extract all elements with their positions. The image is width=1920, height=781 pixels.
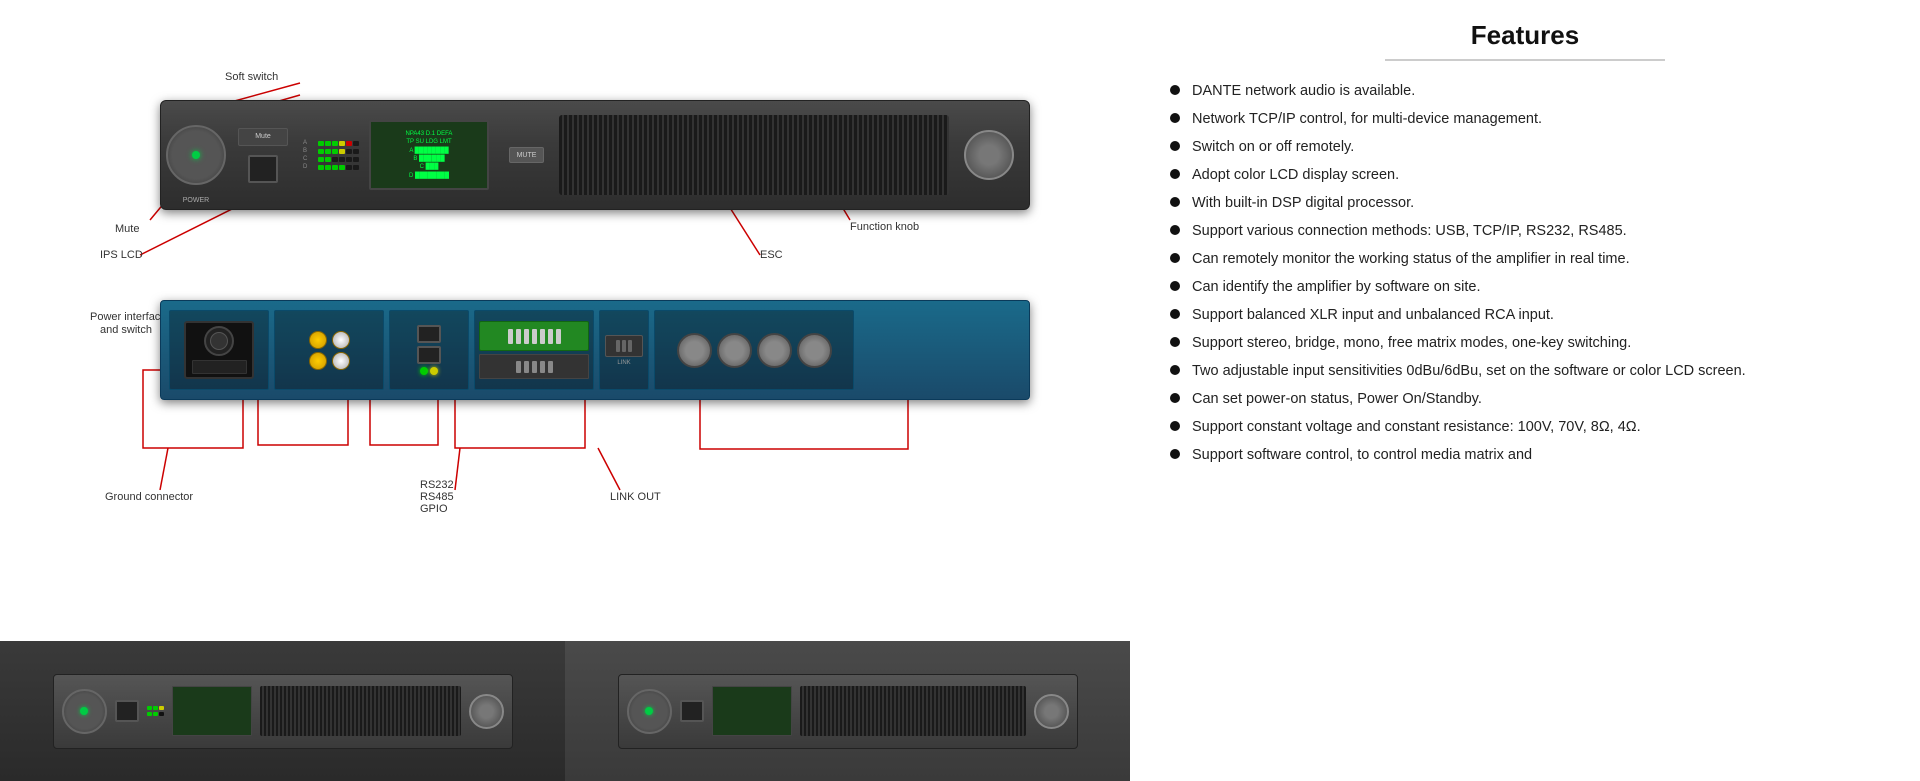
feature-text-1: DANTE network audio is available. <box>1192 81 1415 102</box>
bullet-6 <box>1170 225 1180 235</box>
thumb-usb <box>115 700 139 722</box>
bullet-14 <box>1170 449 1180 459</box>
bullet-7 <box>1170 253 1180 263</box>
thumb-power-btn-2 <box>627 689 672 734</box>
thumbnail-left <box>0 641 565 781</box>
function-knob <box>964 130 1014 180</box>
phoenix-module <box>474 310 594 390</box>
feature-item-6: Support various connection methods: USB,… <box>1170 221 1880 242</box>
bullet-3 <box>1170 141 1180 151</box>
thumb-lcd <box>172 686 252 736</box>
label-ips-lcd: IPS LCD <box>100 249 143 261</box>
thumbnail-right <box>565 641 1130 781</box>
label-linkout: LINK OUT <box>610 491 661 503</box>
lcd-text: NPA43 D.1 DEFATP SU LDG LMTA ████████B █… <box>406 130 453 180</box>
rj45-port <box>417 325 441 343</box>
svg-text:RS485: RS485 <box>420 491 454 503</box>
left-panel: Soft switch POWER indicator USB (type-B)… <box>0 0 1130 781</box>
feature-item-1: DANTE network audio is available. <box>1170 81 1880 102</box>
mute-button-front: Mute <box>238 128 288 146</box>
thumb-knob-2 <box>1034 694 1069 729</box>
rs232-module: LINK <box>599 310 649 390</box>
bullet-2 <box>1170 113 1180 123</box>
feature-item-7: Can remotely monitor the working status … <box>1170 249 1880 270</box>
label-ground: Ground connector <box>105 491 193 503</box>
feature-item-9: Support balanced XLR input and unbalance… <box>1170 305 1880 326</box>
feature-item-13: Support constant voltage and constant re… <box>1170 417 1880 438</box>
rj45-port-2 <box>417 346 441 364</box>
bullet-8 <box>1170 281 1180 291</box>
thumb-knob <box>469 694 504 729</box>
vent-grille <box>559 115 949 195</box>
bullet-4 <box>1170 169 1180 179</box>
feature-item-8: Can identify the amplifier by software o… <box>1170 277 1880 298</box>
features-list: DANTE network audio is available. Networ… <box>1170 81 1880 466</box>
bullet-13 <box>1170 421 1180 431</box>
label-esc: ESC <box>760 249 783 261</box>
bullet-10 <box>1170 337 1180 347</box>
mute-right: MUTE <box>509 147 544 163</box>
bottom-thumbnails <box>0 641 1130 781</box>
feature-text-7: Can remotely monitor the working status … <box>1192 249 1630 270</box>
feature-text-6: Support various connection methods: USB,… <box>1192 221 1627 242</box>
label-soft-switch: Soft switch <box>225 71 278 83</box>
channel-indicators: A B C D <box>303 140 359 170</box>
power-text: POWER <box>183 197 209 204</box>
output-module <box>274 310 384 390</box>
lcd-display: NPA43 D.1 DEFATP SU LDG LMTA ████████B █… <box>369 120 489 190</box>
thumb-amp-front <box>53 674 513 749</box>
label-rs232: RS232 <box>420 479 454 491</box>
usb-port <box>248 155 278 183</box>
feature-text-12: Can set power-on status, Power On/Standb… <box>1192 389 1482 410</box>
feature-text-9: Support balanced XLR input and unbalance… <box>1192 305 1554 326</box>
feature-text-8: Can identify the amplifier by software o… <box>1192 277 1481 298</box>
amplifier-back: LINK <box>160 300 1030 400</box>
feature-text-2: Network TCP/IP control, for multi-device… <box>1192 109 1542 130</box>
power-indicator-led <box>192 151 200 159</box>
power-module <box>169 310 269 390</box>
thumb-vent-2 <box>800 686 1026 736</box>
feature-text-13: Support constant voltage and constant re… <box>1192 417 1641 438</box>
feature-text-4: Adopt color LCD display screen. <box>1192 165 1399 186</box>
bullet-12 <box>1170 393 1180 403</box>
thumb-power-btn <box>62 689 107 734</box>
feature-item-12: Can set power-on status, Power On/Standb… <box>1170 389 1880 410</box>
bullet-1 <box>1170 85 1180 95</box>
features-title: Features <box>1170 20 1880 51</box>
bullet-9 <box>1170 309 1180 319</box>
xlr-connectors <box>677 333 832 368</box>
amplifier-front: POWER Mute A B C D <box>160 100 1030 210</box>
feature-text-3: Switch on or off remotely. <box>1192 137 1354 158</box>
thumb-usb-2 <box>680 700 704 722</box>
feature-item-5: With built-in DSP digital processor. <box>1170 193 1880 214</box>
balanced-module <box>654 310 854 390</box>
tcpip-module <box>389 310 469 390</box>
feature-item-11: Two adjustable input sensitivities 0dBu/… <box>1170 361 1880 382</box>
label-mute: Mute <box>115 223 139 235</box>
main-container: Soft switch POWER indicator USB (type-B)… <box>0 0 1920 781</box>
mute-label: Mute <box>255 133 271 140</box>
features-divider <box>1385 59 1665 61</box>
power-button <box>166 125 226 185</box>
feature-item-2: Network TCP/IP control, for multi-device… <box>1170 109 1880 130</box>
back-view: LINK <box>30 300 1100 400</box>
feature-item-14: Support software control, to control med… <box>1170 445 1880 466</box>
feature-item-10: Support stereo, bridge, mono, free matri… <box>1170 333 1880 354</box>
feature-text-5: With built-in DSP digital processor. <box>1192 193 1414 214</box>
bullet-5 <box>1170 197 1180 207</box>
feature-item-3: Switch on or off remotely. <box>1170 137 1880 158</box>
bullet-11 <box>1170 365 1180 375</box>
feature-text-11: Two adjustable input sensitivities 0dBu/… <box>1192 361 1746 382</box>
thumb-vent <box>260 686 461 736</box>
front-view: POWER Mute A B C D <box>30 100 1100 210</box>
thumb-amp-front-2 <box>618 674 1078 749</box>
label-function-knob: Function knob <box>850 221 919 233</box>
feature-text-10: Support stereo, bridge, mono, free matri… <box>1192 333 1631 354</box>
feature-text-14: Support software control, to control med… <box>1192 445 1532 466</box>
thumb-lcd-2 <box>712 686 792 736</box>
feature-item-4: Adopt color LCD display screen. <box>1170 165 1880 186</box>
right-panel: Features DANTE network audio is availabl… <box>1130 0 1920 781</box>
svg-text:GPIO: GPIO <box>420 503 448 515</box>
